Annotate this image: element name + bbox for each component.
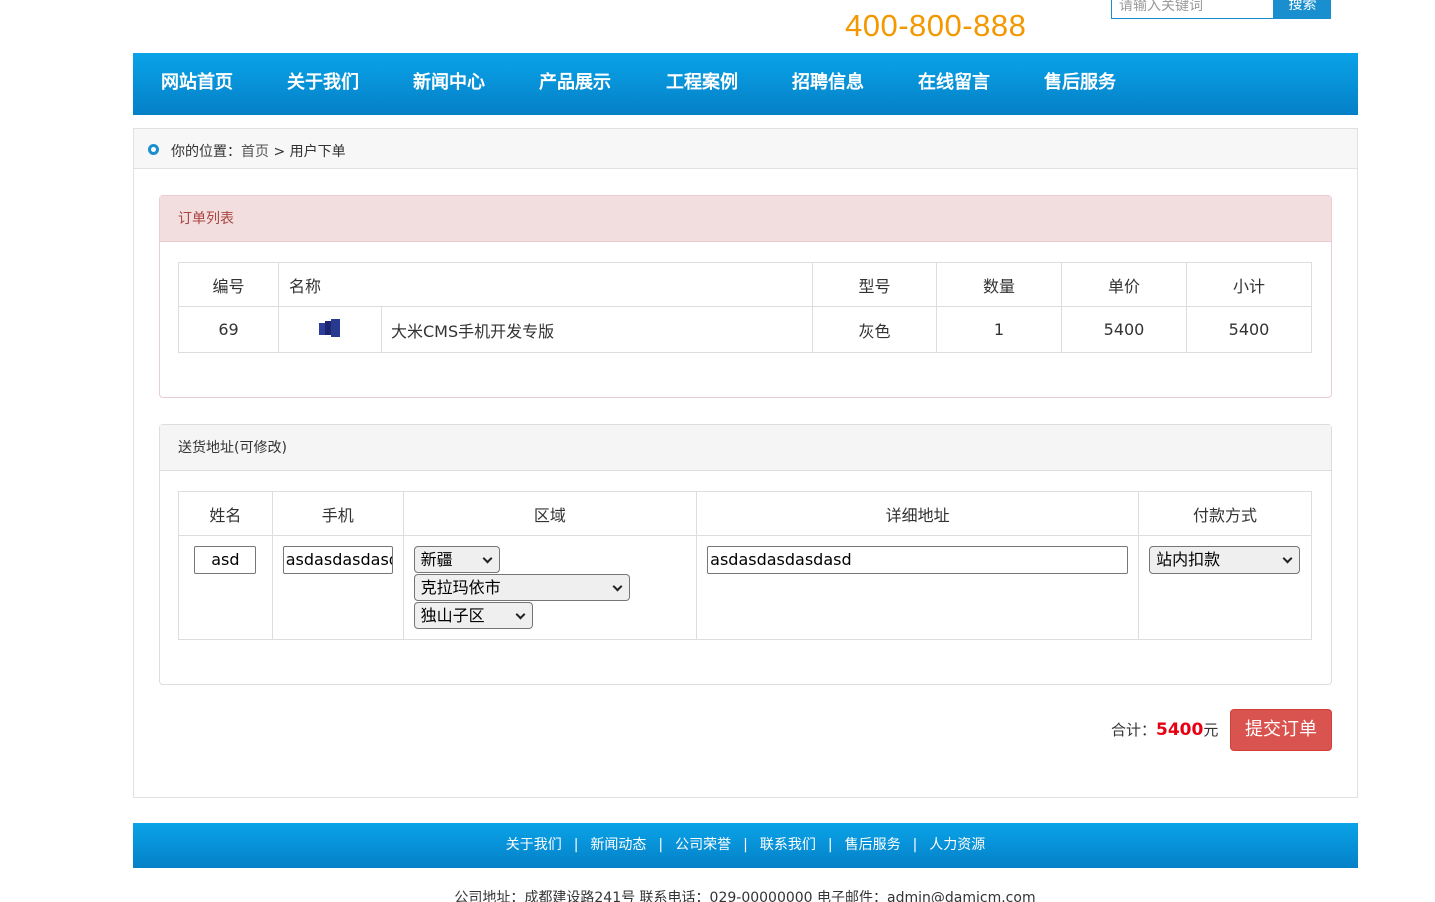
city-value: 克拉玛依市 xyxy=(420,578,501,597)
footer-separator: | xyxy=(827,837,833,853)
chevron-down-icon xyxy=(482,553,493,564)
hotline-phone: 400-800-888 xyxy=(845,8,1027,43)
product-name[interactable]: 大米CMS手机开发专版 xyxy=(381,306,813,353)
col-payment: 付款方式 xyxy=(1138,491,1312,536)
product-model: 灰色 xyxy=(812,306,937,353)
footer-link-hr[interactable]: 人力资源 xyxy=(929,837,985,853)
col-mobile: 手机 xyxy=(271,491,404,536)
province-select[interactable]: 新疆 xyxy=(413,546,500,573)
content-panel: 你的位置：首页 > 用户下单 订单列表 编号 名称 型号 数量 单价 小计 69 xyxy=(133,128,1358,798)
breadcrumb-separator: > xyxy=(269,144,290,160)
col-address: 详细地址 xyxy=(696,491,1140,536)
main-nav: 网站首页 关于我们 新闻中心 产品展示 工程案例 招聘信息 在线留言 售后服务 xyxy=(133,53,1358,115)
product-price: 5400 xyxy=(1061,306,1187,353)
total-amount: 5400 xyxy=(1156,720,1204,740)
total-label: 合计： xyxy=(1111,721,1157,739)
chevron-down-icon xyxy=(1282,553,1293,564)
footer-separator: | xyxy=(912,837,918,853)
order-table-header: 编号 名称 型号 数量 单价 小计 xyxy=(178,262,1312,307)
col-id: 编号 xyxy=(178,262,279,307)
address-panel-title: 送货地址(可修改) xyxy=(160,425,1331,471)
col-region: 区域 xyxy=(402,491,698,536)
payment-value: 站内扣款 xyxy=(1156,550,1221,569)
order-list-title: 订单列表 xyxy=(160,196,1331,242)
total-unit: 元 xyxy=(1203,721,1219,739)
chevron-down-icon xyxy=(515,609,526,620)
district-value: 独山子区 xyxy=(420,606,485,625)
breadcrumb-prefix: 你的位置： xyxy=(171,144,241,160)
product-subtotal: 5400 xyxy=(1186,306,1312,353)
order-list-panel: 订单列表 编号 名称 型号 数量 单价 小计 69 大米CMS手机开发专版 灰色… xyxy=(159,195,1332,398)
breadcrumb-home-link[interactable]: 首页 xyxy=(241,144,269,160)
chevron-down-icon xyxy=(612,581,623,592)
breadcrumb: 你的位置：首页 > 用户下单 xyxy=(134,129,1357,169)
province-value: 新疆 xyxy=(420,550,453,569)
footer-nav: 关于我们 | 新闻动态 | 公司荣誉 | 联系我们 | 售后服务 | 人力资源 xyxy=(133,823,1358,868)
footer-link-about[interactable]: 关于我们 xyxy=(506,837,562,853)
nav-item-service[interactable]: 售后服务 xyxy=(1044,53,1116,115)
col-qty: 数量 xyxy=(936,262,1062,307)
col-name: 名称 xyxy=(278,262,813,307)
receiver-name-input[interactable]: asd xyxy=(194,546,257,574)
table-row: 69 大米CMS手机开发专版 灰色 1 5400 5400 xyxy=(178,306,1312,353)
footer-link-service[interactable]: 售后服务 xyxy=(845,837,901,853)
nav-item-products[interactable]: 产品展示 xyxy=(539,53,611,115)
site-logo[interactable] xyxy=(188,0,298,2)
footer-link-news[interactable]: 新闻动态 xyxy=(590,837,646,853)
footer-link-contact[interactable]: 联系我们 xyxy=(760,837,816,853)
nav-item-message[interactable]: 在线留言 xyxy=(918,53,990,115)
footer-separator: | xyxy=(573,837,579,853)
order-id: 69 xyxy=(178,306,279,353)
mobile-input[interactable]: asdasdasdasd xyxy=(282,546,393,574)
search-input[interactable]: 请输入关键词 xyxy=(1111,0,1274,19)
address-panel: 送货地址(可修改) 姓名 手机 区域 详细地址 付款方式 asd asdasda… xyxy=(159,424,1332,685)
detail-address-input[interactable]: asdasdasdasdasd xyxy=(707,546,1129,574)
submit-order-button[interactable]: 提交订单 xyxy=(1230,709,1332,751)
footer-company-info: 公司地址：成都建设路241号 联系电话：029-00000000 电子邮件：ad… xyxy=(454,890,1036,902)
nav-item-home[interactable]: 网站首页 xyxy=(161,53,233,115)
city-select[interactable]: 克拉玛依市 xyxy=(413,574,630,601)
footer-separator: | xyxy=(658,837,664,853)
col-receiver-name: 姓名 xyxy=(178,491,273,536)
col-model: 型号 xyxy=(812,262,937,307)
nav-item-about[interactable]: 关于我们 xyxy=(287,53,359,115)
location-icon xyxy=(148,144,159,155)
order-table: 编号 名称 型号 数量 单价 小计 69 大米CMS手机开发专版 灰色 1 54… xyxy=(178,262,1312,353)
address-table: 姓名 手机 区域 详细地址 付款方式 asd asdasdasdasd 新疆 克… xyxy=(178,491,1312,640)
product-qty: 1 xyxy=(936,306,1062,353)
col-price: 单价 xyxy=(1061,262,1187,307)
product-thumbnail-icon[interactable] xyxy=(319,318,341,337)
address-table-header: 姓名 手机 区域 详细地址 付款方式 xyxy=(178,491,1312,536)
col-subtotal: 小计 xyxy=(1186,262,1312,307)
product-thumb-cell xyxy=(278,306,382,353)
table-row: asd asdasdasdasd 新疆 克拉玛依市 独山子区 asdasdasd… xyxy=(178,535,1312,640)
footer-link-honor[interactable]: 公司荣誉 xyxy=(675,837,731,853)
payment-select[interactable]: 站内扣款 xyxy=(1149,546,1301,574)
search-button[interactable]: 搜索 xyxy=(1274,0,1331,19)
nav-item-jobs[interactable]: 招聘信息 xyxy=(792,53,864,115)
breadcrumb-current: 用户下单 xyxy=(289,144,346,160)
nav-item-cases[interactable]: 工程案例 xyxy=(666,53,738,115)
footer-separator: | xyxy=(743,837,748,853)
nav-item-news[interactable]: 新闻中心 xyxy=(413,53,485,115)
order-total: 合计：5400元 xyxy=(1111,719,1218,740)
district-select[interactable]: 独山子区 xyxy=(413,602,533,629)
